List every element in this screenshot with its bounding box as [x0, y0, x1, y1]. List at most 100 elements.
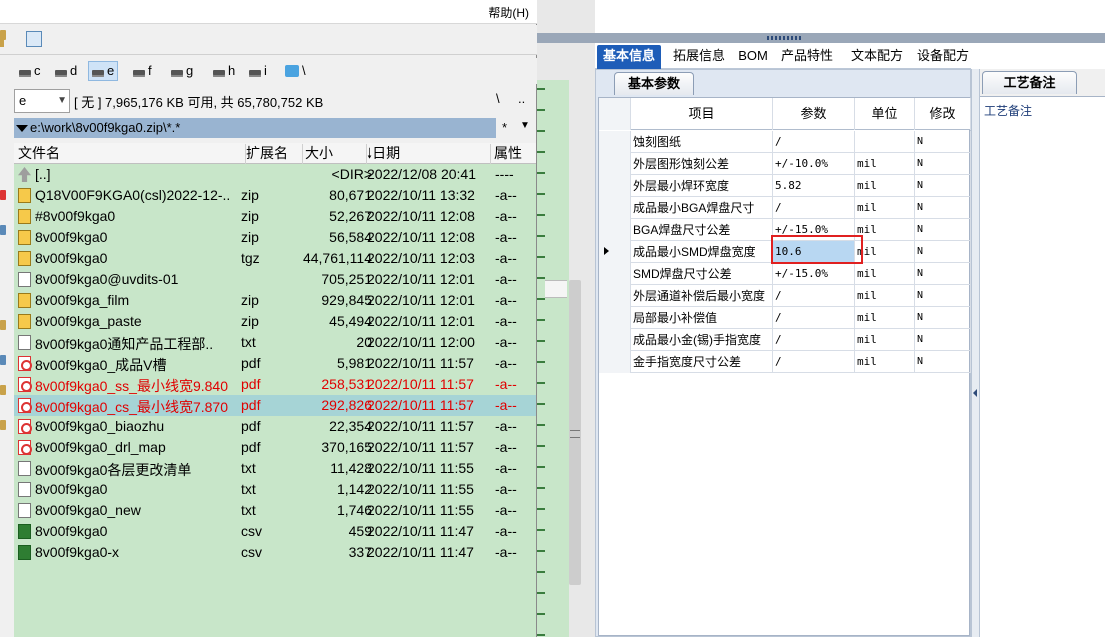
tab-process-notes[interactable]: 工艺备注 [982, 71, 1077, 94]
parent-dir-button[interactable]: .. [518, 91, 525, 106]
file-row[interactable]: 8v00f9kga0@uvdits-01 705,251 2022/10/11 12… [14, 269, 536, 290]
file-row[interactable]: 8v00f9kga0各层更改清单 txt 11,428 2022/10/11 11:5… [14, 458, 536, 479]
filter-dropdown-icon[interactable]: ▼ [520, 120, 530, 131]
up-file-icon [18, 167, 31, 182]
root-dir-button[interactable]: \ [496, 91, 500, 106]
file-date: 2022/10/11 11:57 [367, 355, 474, 371]
file-row[interactable]: 8v00f9kga0_成品V槽 pdf 5,981 2022/10/11 11:57-… [14, 353, 536, 374]
param-row[interactable]: 外层图形蚀刻公差 +/-10.0% mil N [599, 153, 971, 175]
pane-splitter[interactable] [971, 69, 979, 637]
param-param-cell[interactable]: / [773, 197, 855, 219]
drive-button-network[interactable]: \ [282, 61, 309, 81]
drive-button-h[interactable]: h [210, 61, 238, 81]
menu-help[interactable]: 帮助(H) [488, 4, 529, 21]
drive-button-c[interactable]: c [16, 61, 44, 81]
drive-button-e[interactable]: e [88, 61, 119, 81]
param-row[interactable]: 外层最小焊环宽度 5.82 mil N [599, 175, 971, 197]
param-item-cell: 蚀刻图纸 [631, 131, 773, 153]
param-param-cell[interactable]: / [773, 351, 855, 373]
file-row[interactable]: 8v00f9kga0通知产品工程部.. txt 20 2022/10/11 12:00… [14, 332, 536, 353]
param-row[interactable]: 外层通道补偿后最小宽度 / mil N [599, 285, 971, 307]
zip-file-icon [18, 314, 31, 329]
file-name: 8v00f9kga0 [35, 481, 108, 497]
file-row[interactable]: 8v00f9kga_film zip 929,845 2022/10/11 12:01… [14, 290, 536, 311]
drive-letter: i [264, 63, 267, 78]
path-bar[interactable]: e:\work\8v00f9kga0.zip\*.* [14, 118, 496, 138]
grid-header-item[interactable]: 项目 [631, 98, 773, 130]
tab-3[interactable]: 产品特性 [775, 45, 839, 69]
splitter-handle-icon[interactable] [767, 36, 803, 40]
file-row[interactable]: 8v00f9kga0_cs_最小线宽7.870 pdf 292,826 2022/10… [14, 395, 536, 416]
file-row[interactable]: #8v00f9kga0 zip 52,267 2022/10/11 12:08 -a-- [14, 206, 536, 227]
param-row[interactable]: 成品最小BGA焊盘尺寸 / mil N [599, 197, 971, 219]
file-attr: -a-- [495, 481, 517, 497]
toolbar-notepad-icon[interactable] [26, 31, 42, 47]
grid-header-param[interactable]: 参数 [773, 98, 855, 130]
drive-button-f[interactable]: f [130, 61, 155, 81]
file-row[interactable]: 8v00f9kga0_biaozhu pdf 22,354 2022/10/11 11… [14, 416, 536, 437]
param-param-cell[interactable]: +/-10.0% [773, 153, 855, 175]
drive-select[interactable]: e ▼ [14, 89, 70, 113]
param-param-cell[interactable]: +/-15.0% [773, 219, 855, 241]
background-window-strip [537, 0, 595, 637]
param-param-cell[interactable]: / [773, 329, 855, 351]
tab-2[interactable]: BOM [737, 45, 769, 69]
collapse-left-icon[interactable] [973, 389, 977, 397]
history-dropdown-icon[interactable] [16, 125, 28, 133]
param-item-cell: 外层图形蚀刻公差 [631, 153, 773, 175]
param-row[interactable]: 局部最小补偿值 / mil N [599, 307, 971, 329]
file-row[interactable]: 8v00f9kga0-x csv 337 2022/10/11 11:47 -a-- [14, 542, 536, 563]
zip-file-icon [18, 230, 31, 245]
param-row[interactable]: 蚀刻图纸 / N [599, 131, 971, 153]
param-row[interactable]: 成品最小金(锡)手指宽度 / mil N [599, 329, 971, 351]
param-param-cell[interactable]: +/-15.0% [773, 263, 855, 285]
column-header-ext[interactable]: 扩展名 [246, 144, 303, 164]
param-param-cell[interactable]: / [773, 307, 855, 329]
file-row[interactable]: 8v00f9kga0 tgz 44,761,114 2022/10/11 12:03-… [14, 248, 536, 269]
file-row[interactable]: 8v00f9kga0_new txt 1,746 2022/10/11 11:55 -a… [14, 500, 536, 521]
file-row[interactable]: 8v00f9kga0 csv 459 2022/10/11 11:47 -a-- [14, 521, 536, 542]
file-row[interactable]: 8v00f9kga0_ss_最小线宽9.840 pdf 258,531 2022/10… [14, 374, 536, 395]
param-param-cell[interactable]: / [773, 285, 855, 307]
drive-button-g[interactable]: g [168, 61, 196, 81]
param-item-cell: SMD焊盘尺寸公差 [631, 263, 773, 285]
file-row[interactable]: 8v00f9kga0_drl_map pdf 370,165 2022/10/11 1… [14, 437, 536, 458]
grid-header-unit[interactable]: 单位 [855, 98, 915, 130]
drive-button-d[interactable]: d [52, 61, 80, 81]
row-indicator [599, 175, 631, 197]
tab-1[interactable]: 拓展信息 [667, 45, 731, 69]
column-header-attr[interactable]: 属性 [494, 144, 536, 164]
notes-box[interactable]: 工艺备注 [980, 96, 1105, 637]
column-header-size[interactable]: 大小 [305, 144, 367, 164]
file-row[interactable]: 8v00f9kga0 txt 1,142 2022/10/11 11:55 -a-- [14, 479, 536, 500]
zip-file-icon [18, 293, 31, 308]
drive-button-i[interactable]: i [246, 61, 270, 81]
param-unit-cell: mil [855, 241, 915, 263]
file-size: 45,494 [329, 313, 372, 329]
scrollbar-grip-icon[interactable] [570, 430, 580, 438]
grid-header-modify[interactable]: 修改 [915, 98, 971, 130]
param-row[interactable]: SMD焊盘尺寸公差 +/-15.0% mil N [599, 263, 971, 285]
param-row[interactable]: 成品最小SMD焊盘宽度 10.6 mil N [599, 241, 971, 263]
filter-button[interactable]: * [502, 120, 507, 135]
file-row[interactable]: 8v00f9kga_paste zip 45,494 2022/10/11 12:01… [14, 311, 536, 332]
tab-basic-params[interactable]: 基本参数 [614, 72, 694, 95]
file-name: 8v00f9kga_paste [35, 313, 142, 329]
tab-0[interactable]: 基本信息 [597, 45, 661, 69]
param-param-cell[interactable]: 5.82 [773, 175, 855, 197]
param-param-cell[interactable]: / [773, 131, 855, 153]
file-name: 8v00f9kga0_drl_map [35, 439, 166, 455]
column-header-name[interactable]: 文件名 [18, 144, 246, 164]
param-row[interactable]: 金手指宽度尺寸公差 / mil N [599, 351, 971, 373]
file-row[interactable]: [..] <DIR> 2022/12/08 20:41 ---- [14, 164, 536, 185]
file-row[interactable]: Q18V00F9KGA0(csl)2022-12-.. zip 80,671 2022… [14, 185, 536, 206]
param-param-cell[interactable]: 10.6 [773, 241, 855, 263]
column-header-date[interactable]: 🠓日期 [367, 144, 491, 164]
file-date: 2022/10/11 11:55 [367, 502, 474, 518]
tab-4[interactable]: 文本配方 [845, 45, 909, 69]
param-item-cell: 金手指宽度尺寸公差 [631, 351, 773, 373]
tab-5[interactable]: 设备配方 [915, 45, 971, 69]
file-row[interactable]: 8v00f9kga0 zip 56,584 2022/10/11 12:08 -a-- [14, 227, 536, 248]
param-row[interactable]: BGA焊盘尺寸公差 +/-15.0% mil N [599, 219, 971, 241]
file-date: 2022/10/11 11:55 [367, 460, 474, 476]
